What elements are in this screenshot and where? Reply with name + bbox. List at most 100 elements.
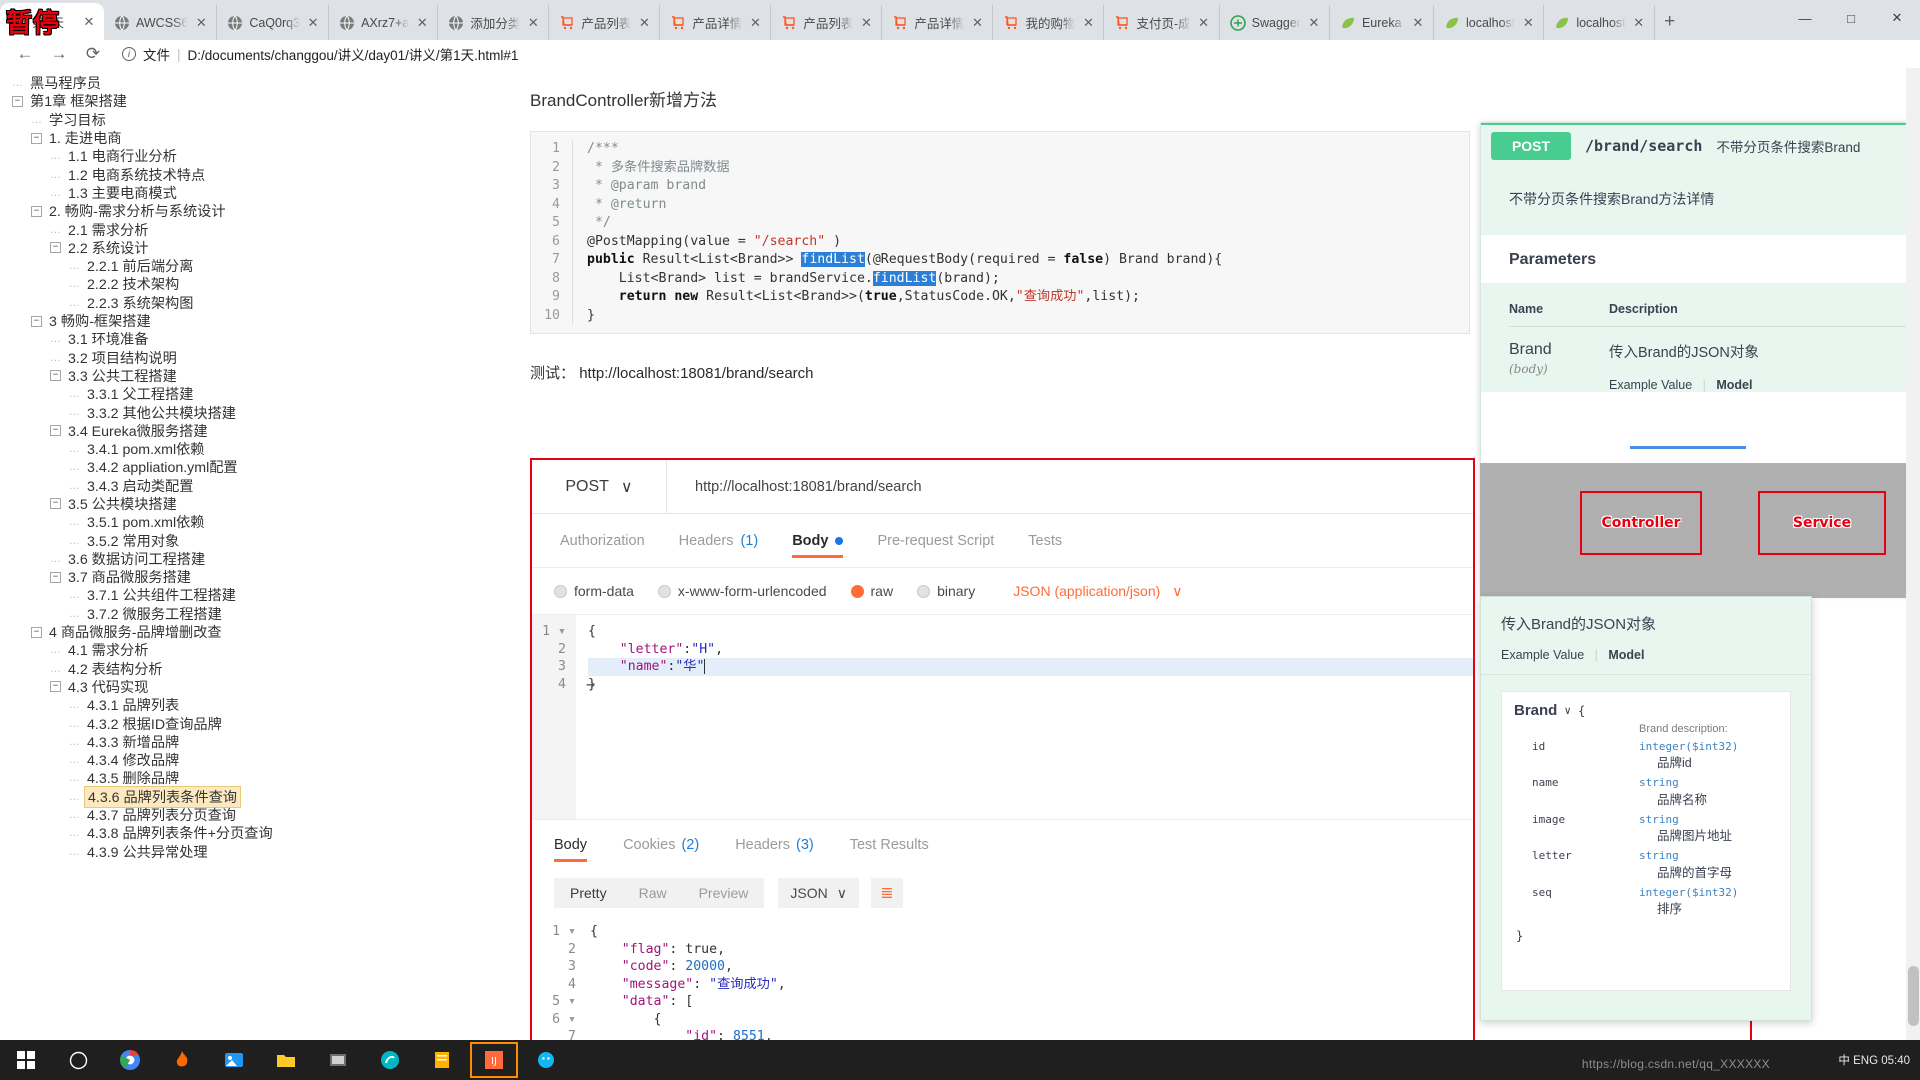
toc-item-6[interactable]: … 1.3 主要电商模式: [0, 184, 480, 202]
collapse-toggle-icon[interactable]: −: [50, 571, 61, 583]
request-tab-3[interactable]: Pre-request Script: [877, 514, 994, 568]
collapse-toggle-icon[interactable]: −: [31, 205, 42, 217]
collapse-toggle-icon[interactable]: −: [31, 132, 42, 144]
toc-item-11[interactable]: … 2.2.2 技术架构: [0, 275, 480, 293]
toc-item-7[interactable]: −2. 畅购-需求分析与系统设计: [0, 202, 480, 220]
close-icon[interactable]: ✕: [194, 15, 208, 31]
request-tab-2[interactable]: Body: [792, 514, 844, 568]
close-icon[interactable]: ✕: [748, 15, 762, 31]
radio-icon[interactable]: [657, 584, 671, 598]
search-circle-icon[interactable]: [52, 1040, 104, 1080]
body-type-x-www-form-urlencoded[interactable]: x-www-form-urlencoded: [657, 583, 827, 599]
request-tab-1[interactable]: Headers (1): [679, 514, 759, 568]
toc-item-29[interactable]: … 3.7.2 微服务工程搭建: [0, 605, 480, 623]
browser-tab-1[interactable]: AWCSS6 ✕: [104, 5, 218, 40]
explorer-icon[interactable]: [260, 1040, 312, 1080]
example-model-toggle[interactable]: Example Value | Model: [1609, 378, 1759, 392]
browser-tab-6[interactable]: 产品详情 ✕: [660, 5, 772, 40]
toc-item-13[interactable]: −3 畅购-框架搭建: [0, 312, 480, 330]
radio-icon[interactable]: [554, 584, 567, 598]
close-icon[interactable]: ✕: [82, 14, 96, 30]
forward-icon[interactable]: →: [42, 40, 76, 68]
toc-item-10[interactable]: … 2.2.1 前后端分离: [0, 257, 480, 275]
toc-item-19[interactable]: −3.4 Eureka微服务搭建: [0, 422, 480, 440]
response-tab-1[interactable]: Cookies (2): [623, 820, 699, 870]
toc-item-36[interactable]: … 4.3.3 新增品牌: [0, 733, 480, 751]
table-of-contents[interactable]: … 黑马程序员 − 第1章 框架搭建… 学习目标 −1. 走进电商… 1.1 电商行业分析……: [0, 68, 480, 1068]
toc-item-9[interactable]: −2.2 系统设计: [0, 239, 480, 257]
browser-tab-14[interactable]: localhost ✕: [1544, 5, 1655, 40]
postman-view-toolbar[interactable]: Pretty Raw Preview JSON ∨ ≣: [532, 869, 1473, 917]
body-type-raw[interactable]: raw: [850, 583, 893, 599]
close-icon[interactable]: ✕: [970, 15, 984, 31]
chevron-down-icon[interactable]: ∨: [1172, 583, 1182, 599]
view-mode-pretty[interactable]: Pretty: [554, 878, 623, 908]
view-mode-raw[interactable]: Raw: [622, 878, 683, 908]
browser-tab-10[interactable]: 支付页-成 ✕: [1104, 5, 1220, 40]
toc-item-17[interactable]: … 3.3.1 父工程搭建: [0, 385, 480, 403]
collapse-toggle-icon[interactable]: −: [50, 370, 61, 382]
toc-item-30[interactable]: −4 商品微服务-品牌增删改查: [0, 623, 480, 641]
toc-item-1[interactable]: − 第1章 框架搭建: [0, 92, 480, 110]
collapse-toggle-icon[interactable]: −: [50, 498, 61, 510]
toc-item-25[interactable]: … 3.5.2 常用对象: [0, 531, 480, 550]
wrap-lines-icon[interactable]: ≣: [870, 878, 903, 908]
idea-icon[interactable]: IJ: [468, 1040, 520, 1080]
folder-icon[interactable]: [312, 1040, 364, 1080]
close-icon[interactable]: ✕: [1411, 15, 1425, 31]
response-tab-3[interactable]: Test Results: [850, 820, 929, 870]
close-icon[interactable]: ✕: [1197, 15, 1211, 31]
close-icon[interactable]: ✕: [1632, 15, 1646, 31]
postman-body-type-row[interactable]: form-data x-www-form-urlencoded raw binary J…: [532, 568, 1473, 614]
postman-method-select[interactable]: POST ∨: [532, 460, 667, 514]
toc-item-26[interactable]: … 3.6 数据访问工程搭建: [0, 550, 480, 568]
model-link[interactable]: Model: [1716, 378, 1752, 392]
toc-item-2[interactable]: … 学习目标: [0, 111, 480, 129]
collapse-toggle-icon[interactable]: −: [50, 681, 61, 693]
example-value-tab[interactable]: Example Value: [1501, 648, 1584, 662]
close-icon[interactable]: ✕: [1081, 15, 1095, 31]
toc-item-42[interactable]: … 4.3.9 公共异常处理: [0, 842, 480, 861]
toc-item-28[interactable]: … 3.7.1 公共组件工程搭建: [0, 586, 480, 604]
body-type-form-data[interactable]: form-data: [554, 583, 634, 599]
browser-tab-5[interactable]: 产品列表 ✕: [549, 5, 661, 40]
close-icon[interactable]: ✕: [1521, 15, 1535, 31]
toc-item-41[interactable]: … 4.3.8 品牌列表条件+分页查询: [0, 824, 480, 842]
address-bar[interactable]: i 文件 | D:/documents/changgou/讲义/day01/讲义…: [110, 43, 1920, 65]
toc-item-31[interactable]: … 4.1 需求分析: [0, 641, 480, 659]
postman-request-editor[interactable]: 1 ▾ 2 3 4 { "letter":"H", "name":"华"} ➜: [532, 614, 1473, 819]
browser-tab-4[interactable]: 添加分类 ✕: [438, 5, 550, 40]
postman-request-tabs[interactable]: Authorization Headers (1) Body Pre-request S…: [532, 514, 1473, 568]
toc-item-21[interactable]: … 3.4.2 appliation.yml配置: [0, 458, 480, 476]
close-button[interactable]: ✕: [1874, 0, 1920, 36]
request-tab-4[interactable]: Tests: [1028, 514, 1062, 568]
browser-tab-9[interactable]: 我的购物 ✕: [993, 5, 1105, 40]
qq-icon[interactable]: [520, 1040, 572, 1080]
system-tray[interactable]: 中 ENG 05:40: [1838, 1040, 1910, 1080]
popup-tabs[interactable]: Example Value | Model: [1481, 634, 1811, 675]
reload-icon[interactable]: ⟳: [76, 40, 110, 68]
collapse-toggle-icon[interactable]: −: [12, 95, 23, 107]
browser-tab-2[interactable]: CaQ0rq3 ✕: [217, 5, 330, 40]
toc-item-4[interactable]: … 1.1 电商行业分析: [0, 147, 480, 165]
collapse-toggle-icon[interactable]: −: [50, 242, 61, 254]
fire-icon[interactable]: [156, 1040, 208, 1080]
toc-item-23[interactable]: −3.5 公共模块搭建: [0, 495, 480, 513]
minimize-button[interactable]: —: [1782, 0, 1828, 36]
toc-item-37[interactable]: … 4.3.4 修改品牌: [0, 751, 480, 769]
chrome-icon[interactable]: [104, 1040, 156, 1080]
request-body-text[interactable]: { "letter":"H", "name":"华"} ➜: [576, 615, 1473, 819]
toc-item-35[interactable]: … 4.3.2 根据ID查询品牌: [0, 714, 480, 733]
toc-item-12[interactable]: … 2.2.3 系统架构图: [0, 294, 480, 312]
notes-icon[interactable]: [416, 1040, 468, 1080]
response-format-select[interactable]: JSON ∨: [778, 878, 859, 908]
example-value-link[interactable]: Example Value: [1609, 378, 1692, 392]
toc-item-8[interactable]: … 2.1 需求分析: [0, 220, 480, 239]
schema-header[interactable]: Brand ∨ {: [1514, 702, 1790, 719]
postman-url-input[interactable]: http://localhost:18081/brand/search: [667, 479, 922, 495]
close-icon[interactable]: ✕: [859, 15, 873, 31]
toc-item-27[interactable]: −3.7 商品微服务搭建: [0, 568, 480, 586]
radio-icon[interactable]: [917, 584, 931, 598]
toc-item-22[interactable]: … 3.4.3 启动类配置: [0, 477, 480, 495]
view-mode-preview[interactable]: Preview: [682, 878, 765, 908]
